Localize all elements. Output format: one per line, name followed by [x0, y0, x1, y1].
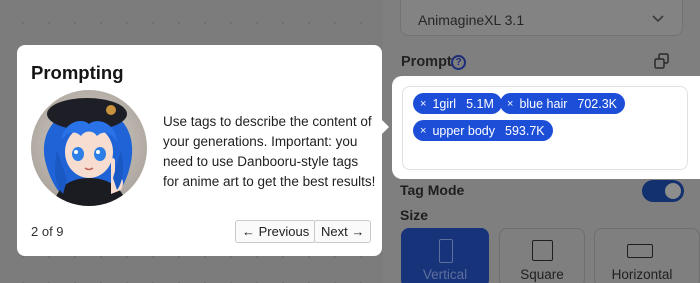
square-icon — [532, 240, 553, 261]
prompt-highlight: × 1girl 5.1M × blue hair 702.3K × upper … — [392, 76, 700, 179]
size-label: Size — [400, 207, 429, 223]
tag-count: 702.3K — [577, 96, 618, 111]
tour-body: Use tags to describe the content of your… — [163, 114, 376, 189]
copy-icon[interactable] — [653, 52, 671, 70]
toggle-knob — [665, 183, 681, 199]
chevron-down-icon — [652, 15, 664, 23]
size-option-horizontal[interactable]: Horizontal — [594, 228, 700, 283]
tag-name: 1girl — [432, 96, 457, 111]
tag-mode-toggle[interactable] — [642, 180, 684, 202]
help-icon[interactable]: ? — [451, 55, 466, 70]
size-option-label: Square — [520, 267, 564, 282]
landscape-icon — [627, 244, 653, 258]
tag-chip[interactable]: × blue hair 702.3K — [500, 93, 626, 114]
size-option-label: Horizontal — [611, 267, 673, 282]
size-option-square[interactable]: Square — [499, 228, 585, 283]
prompt-input[interactable]: × 1girl 5.1M × blue hair 702.3K × upper … — [402, 86, 688, 170]
tour-illustration — [31, 90, 147, 206]
tour-popover: Prompting Use tags to describe the conte… — [17, 45, 382, 256]
close-icon[interactable]: × — [420, 98, 426, 110]
close-icon[interactable]: × — [420, 125, 426, 137]
model-select-value: AnimagineXL 3.1 — [418, 12, 525, 28]
tag-chip[interactable]: × upper body 593.7K — [413, 120, 553, 141]
next-button[interactable]: Next → — [314, 220, 372, 243]
close-icon[interactable]: × — [507, 98, 513, 110]
prompt-title: Prompt — [401, 54, 452, 70]
tag-chip[interactable]: × 1girl 5.1M — [413, 93, 502, 114]
tag-count: 5.1M — [466, 96, 494, 111]
portrait-icon — [439, 239, 453, 263]
model-select[interactable]: AnimagineXL 3.1 — [400, 0, 683, 36]
tag-count: 593.7K — [505, 123, 545, 138]
size-option-label: Vertical — [422, 267, 468, 282]
tour-title: Prompting — [31, 62, 124, 83]
tag-name: upper body — [432, 123, 495, 138]
size-option-vertical[interactable]: Vertical — [401, 228, 489, 283]
tag-mode-label: Tag Mode — [400, 182, 465, 198]
previous-button[interactable]: ← Previous — [235, 220, 317, 243]
tag-name: blue hair — [519, 96, 568, 111]
tour-step-indicator: 2 of 9 — [31, 224, 64, 239]
